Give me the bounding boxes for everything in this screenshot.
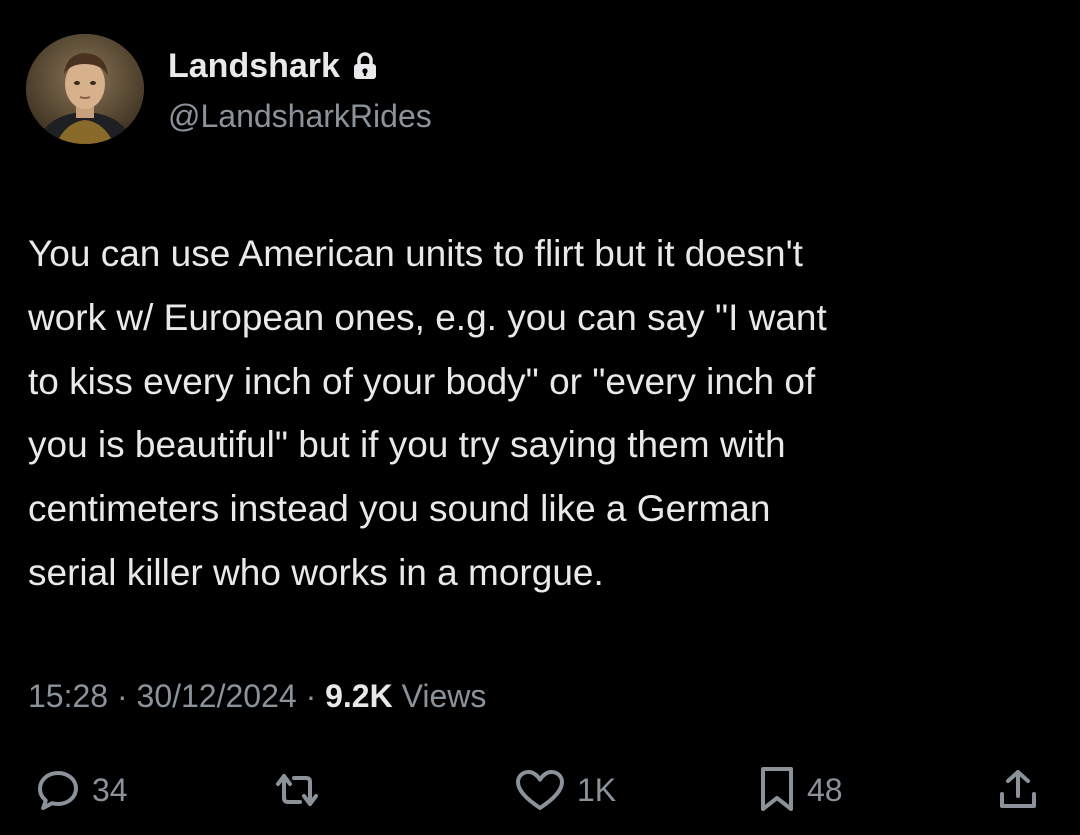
tweet-line: work w/ European ones, e.g. you can say … [28, 296, 827, 338]
lock-icon [353, 52, 376, 79]
bookmark-icon [761, 767, 793, 811]
like-count: 1K [577, 771, 617, 808]
tweet-line: serial killer who works in a morgue. [28, 551, 604, 593]
views-count[interactable]: 9.2K [325, 678, 393, 714]
display-name-row[interactable]: Landshark [168, 46, 378, 86]
user-handle[interactable]: @LandsharkRides [168, 96, 432, 136]
bookmark-count: 48 [807, 771, 843, 808]
action-bar: 34 1K 48 [0, 760, 1080, 820]
display-name[interactable]: Landshark [168, 46, 340, 86]
share-icon [1000, 770, 1036, 808]
reply-icon [38, 771, 78, 810]
tweet-time[interactable]: 15:28 [28, 678, 108, 714]
reply-button[interactable]: 34 [34, 760, 128, 820]
meta-separator: · [296, 678, 326, 714]
like-button[interactable]: 1K [513, 760, 616, 820]
bookmark-button[interactable]: 48 [757, 760, 843, 820]
tweet-line: to kiss every inch of your body" or "eve… [28, 360, 816, 402]
reply-count: 34 [92, 771, 128, 808]
heart-icon [516, 770, 564, 810]
tweet-text: You can use American units to flirt but … [28, 222, 1038, 605]
tweet-date[interactable]: 30/12/2024 [137, 678, 297, 714]
retweet-button[interactable] [270, 760, 334, 820]
retweet-icon [276, 774, 318, 806]
share-button[interactable] [994, 760, 1042, 820]
portrait-avatar [26, 34, 144, 144]
avatar[interactable] [26, 34, 144, 144]
tweet-line: You can use American units to flirt but … [28, 233, 803, 274]
tweet-line: centimeters instead you sound like a Ger… [28, 488, 771, 530]
tweet-line: you is beautiful" but if you try saying … [28, 424, 786, 466]
tweet-meta: 15:28 · 30/12/2024 · 9.2K Views [28, 674, 486, 718]
views-label: Views [392, 678, 487, 714]
meta-separator: · [108, 678, 137, 714]
